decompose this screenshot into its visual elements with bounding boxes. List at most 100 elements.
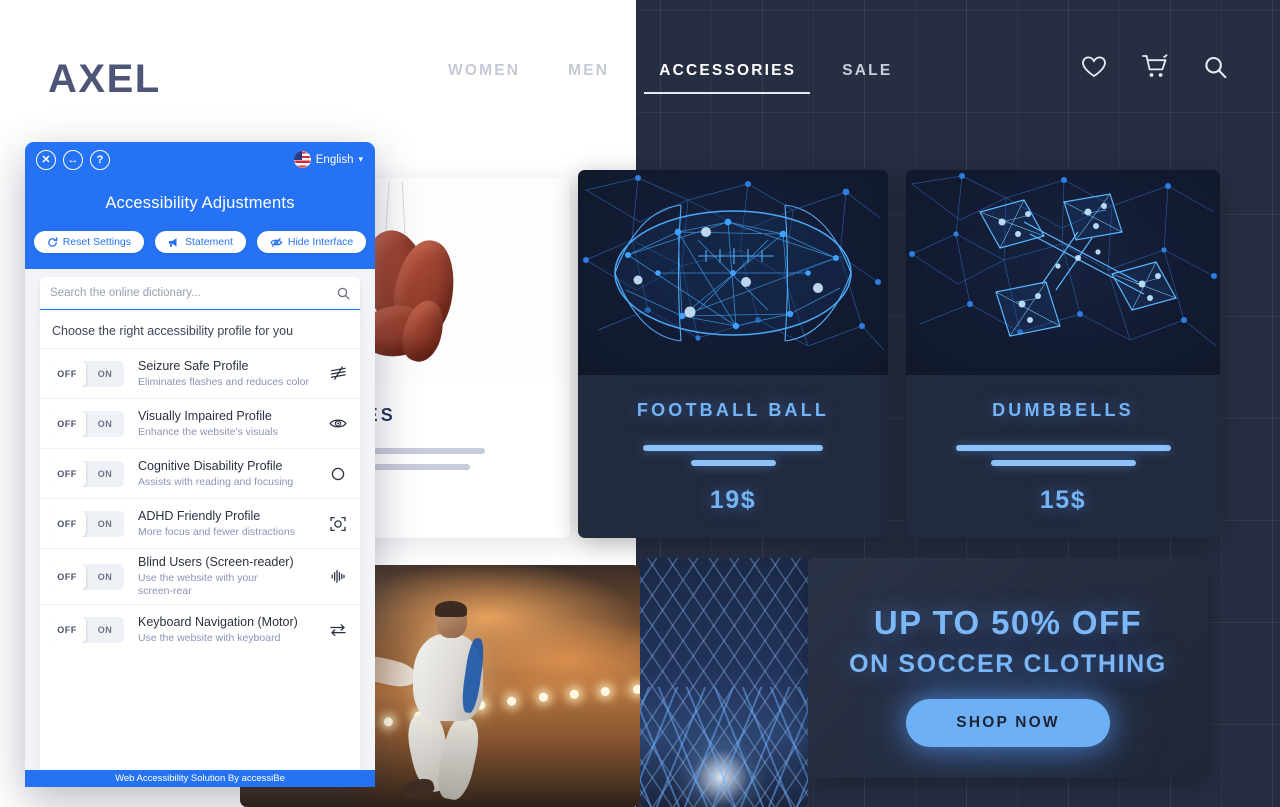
audio-wave-icon [327, 569, 349, 584]
toggle-off-label[interactable]: OFF [48, 510, 86, 537]
product-card-football-ball[interactable]: FOOTBALL BALL 19$ [578, 170, 888, 538]
profile-description: Assists with reading and focusing [138, 475, 294, 488]
profile-row-cognitive-disability[interactable]: OFF ON Cognitive Disability Profile Assi… [40, 448, 360, 498]
search-input[interactable] [50, 287, 337, 299]
toggle-off-label[interactable]: OFF [48, 460, 86, 487]
toggle-on-label[interactable]: ON [86, 564, 124, 590]
accessibility-widget-header: ✕ ↔ ? English ▾ Accessibility Adjustment… [25, 142, 375, 269]
profile-text: Cognitive Disability Profile Assists wit… [124, 459, 327, 489]
toggle-on-label[interactable]: ON [86, 511, 124, 537]
search-icon[interactable] [1203, 55, 1228, 80]
language-label: English [315, 153, 354, 166]
profile-toggle[interactable]: OFF ON [48, 360, 124, 387]
promo-subheadline: ON SOCCER CLOTHING [849, 650, 1167, 678]
reset-settings-button[interactable]: Reset Settings [33, 231, 145, 253]
profile-row-visually-impaired[interactable]: OFF ON Visually Impaired Profile Enhance… [40, 398, 360, 448]
profile-description: Use the website with your screen-rear [138, 572, 258, 597]
profile-description: More focus and fewer distractions [138, 525, 295, 538]
widget-control-group: ✕ ↔ ? [36, 150, 110, 170]
toggle-off-label[interactable]: OFF [48, 563, 86, 590]
statement-button[interactable]: Statement [155, 231, 246, 253]
nav-item-men[interactable]: MEN [553, 60, 624, 82]
dumbbells-wireframe-icon [909, 173, 1217, 347]
main-navigation: WOMEN MEN ACCESSORIES SALE [433, 60, 907, 94]
profile-title: Seizure Safe Profile [138, 358, 249, 373]
reset-settings-label: Reset Settings [62, 236, 132, 248]
help-icon[interactable]: ? [90, 150, 110, 170]
profile-text: Blind Users (Screen-reader) Use the webs… [124, 555, 327, 598]
profile-row-blind-users[interactable]: OFF ON Blind Users (Screen-reader) Use t… [40, 548, 360, 604]
profile-text: Seizure Safe Profile Eliminates flashes … [124, 359, 327, 389]
focus-target-icon [327, 516, 349, 532]
profile-toggle[interactable]: OFF ON [48, 410, 124, 437]
accessibility-profiles-panel: Choose the right accessibility profile f… [40, 310, 360, 787]
football-wireframe-icon [583, 175, 885, 351]
seizure-waves-icon [327, 366, 349, 381]
nav-item-women[interactable]: WOMEN [433, 60, 535, 82]
profile-title: ADHD Friendly Profile [138, 508, 261, 523]
product-image-dumbbells [906, 170, 1220, 375]
product-title: DUMBBELLS [992, 400, 1134, 420]
accessibility-widget: ✕ ↔ ? English ▾ Accessibility Adjustment… [25, 142, 375, 787]
product-price: 15$ [1039, 486, 1087, 514]
profile-text: Keyboard Navigation (Motor) Use the webs… [124, 615, 327, 645]
placeholder-bar [990, 460, 1136, 466]
profile-row-keyboard-navigation[interactable]: OFF ON Keyboard Navigation (Motor) Use t… [40, 604, 360, 654]
toggle-on-label[interactable]: ON [86, 411, 124, 437]
profile-toggle[interactable]: OFF ON [48, 510, 124, 537]
reset-icon [47, 236, 58, 247]
profile-title: Visually Impaired Profile [138, 408, 272, 423]
promo-headline: UP TO 50% OFF [873, 604, 1143, 641]
shopping-cart-icon[interactable] [1141, 54, 1169, 80]
profile-toggle[interactable]: OFF ON [48, 563, 124, 590]
product-title: FOOTBALL BALL [636, 400, 830, 420]
profiles-heading: Choose the right accessibility profile f… [52, 324, 294, 338]
placeholder-bar [955, 445, 1171, 451]
profile-description: Enhance the website's visuals [138, 425, 278, 438]
hide-interface-button[interactable]: Hide Interface [256, 231, 367, 253]
profile-text: Visually Impaired Profile Enhance the we… [124, 409, 327, 439]
header-icon-group [1081, 54, 1228, 80]
accessibility-footer-bar[interactable]: Web Accessibility Solution By accessiBe [25, 770, 375, 787]
product-price: 19$ [709, 486, 757, 514]
profile-title: Keyboard Navigation (Motor) [138, 614, 298, 629]
search-icon[interactable] [337, 287, 350, 300]
dictionary-search-bar[interactable] [40, 277, 360, 310]
widget-action-group: Reset Settings Statement Hide Interface [25, 231, 375, 253]
profile-toggle[interactable]: OFF ON [48, 460, 124, 487]
circle-icon [327, 467, 349, 481]
wishlist-heart-icon[interactable] [1081, 55, 1107, 79]
site-header: AXEL WOMEN MEN ACCESSORIES SALE [0, 0, 1280, 140]
toggle-off-label[interactable]: OFF [48, 410, 86, 437]
product-image-football [578, 170, 888, 375]
site-logo[interactable]: AXEL [48, 57, 161, 102]
chevron-down-icon: ▾ [358, 154, 363, 164]
megaphone-icon [168, 237, 177, 247]
nav-item-accessories[interactable]: ACCESSORIES [644, 60, 811, 94]
move-icon[interactable]: ↔ [63, 150, 83, 170]
tab-arrows-icon [327, 623, 349, 637]
toggle-on-label[interactable]: ON [86, 461, 124, 487]
profile-title: Blind Users (Screen-reader) [138, 555, 294, 569]
profile-row-seizure-safe[interactable]: OFF ON Seizure Safe Profile Eliminates f… [40, 348, 360, 398]
placeholder-bar [643, 445, 823, 451]
profile-description: Use the website with keyboard [138, 631, 281, 644]
toggle-on-label[interactable]: ON [86, 361, 124, 387]
shop-now-button[interactable]: SHOP NOW [906, 699, 1110, 747]
close-icon[interactable]: ✕ [36, 150, 56, 170]
toggle-off-label[interactable]: OFF [48, 616, 86, 643]
product-card-dumbbells[interactable]: DUMBBELLS 15$ [906, 170, 1220, 538]
us-flag-icon [293, 151, 311, 168]
profile-description: Eliminates flashes and reduces color [138, 375, 310, 388]
eye-icon [327, 417, 349, 430]
toggle-on-label[interactable]: ON [86, 617, 124, 643]
statement-label: Statement [185, 236, 233, 248]
profile-text: ADHD Friendly Profile More focus and few… [124, 509, 327, 539]
language-selector[interactable]: English ▾ [288, 148, 369, 171]
toggle-off-label[interactable]: OFF [48, 360, 86, 387]
profile-row-adhd-friendly[interactable]: OFF ON ADHD Friendly Profile More focus … [40, 498, 360, 548]
widget-title: Accessibility Adjustments [105, 194, 295, 212]
profile-toggle[interactable]: OFF ON [48, 616, 124, 643]
nav-item-sale[interactable]: SALE [827, 60, 907, 82]
profile-title: Cognitive Disability Profile [138, 458, 283, 473]
